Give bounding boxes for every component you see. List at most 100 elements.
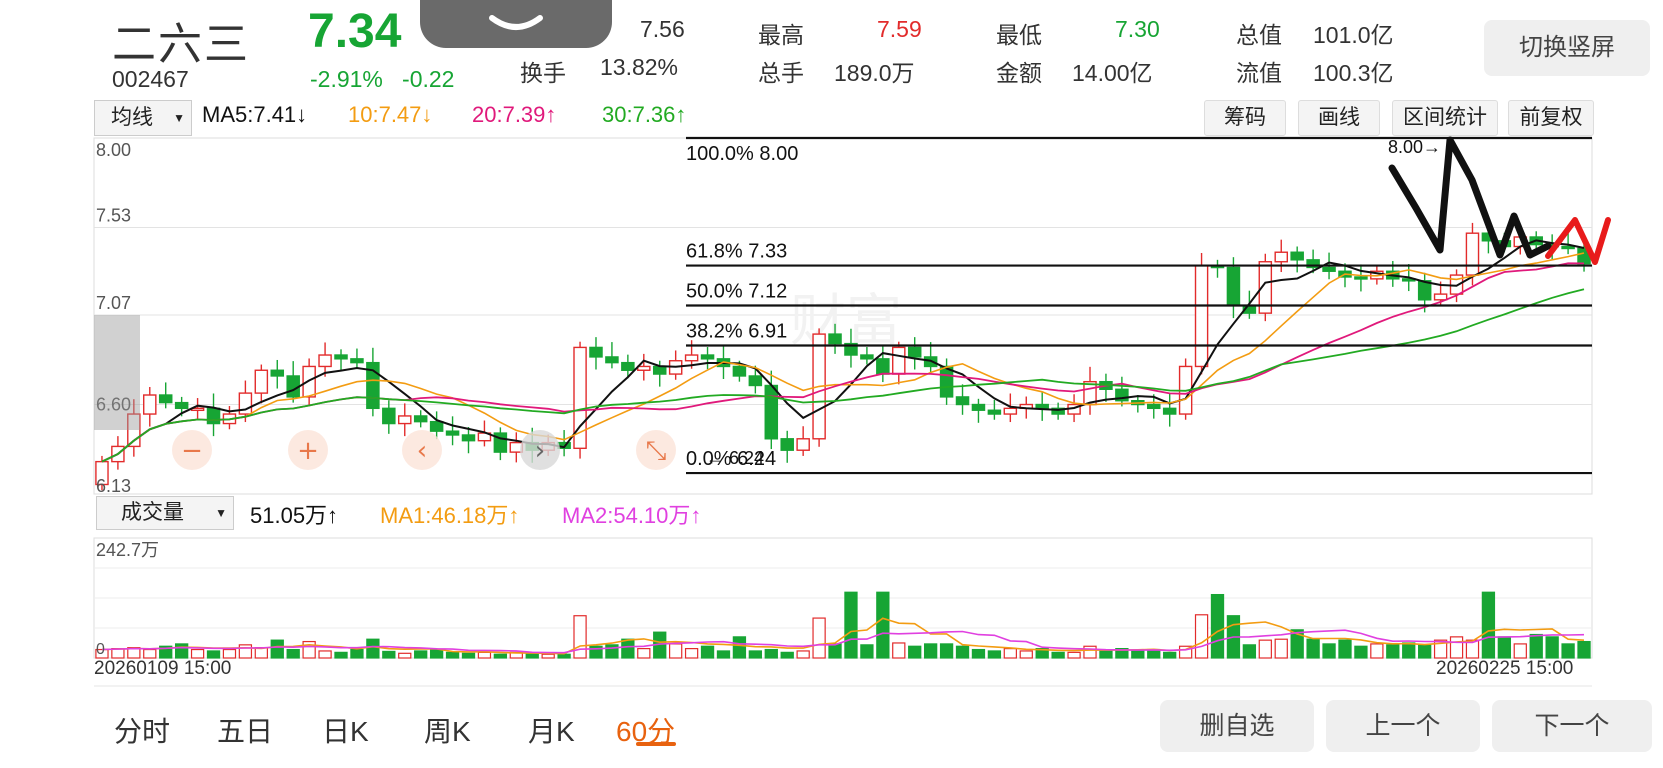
volume-bar bbox=[732, 636, 747, 659]
volume-bar bbox=[1370, 643, 1384, 659]
volume-bar bbox=[334, 651, 348, 659]
volume-bar bbox=[1242, 644, 1257, 659]
volume-bar bbox=[987, 650, 1002, 659]
volume-bar bbox=[525, 652, 539, 659]
candle-body bbox=[987, 409, 1002, 415]
volume-bar bbox=[382, 650, 396, 659]
volume-bar bbox=[637, 648, 651, 659]
volume-bar bbox=[398, 652, 412, 659]
candle-body bbox=[652, 365, 667, 375]
candle-body bbox=[955, 396, 970, 406]
volume-ma1: MA1:46.18万↑ bbox=[380, 503, 520, 528]
indicator-select[interactable]: 成交量 ▼ bbox=[96, 496, 234, 530]
volume-bar bbox=[1449, 636, 1464, 659]
volume-ma2: MA2:54.10万↑ bbox=[562, 503, 702, 528]
volume-bar bbox=[1083, 645, 1097, 659]
candle-body bbox=[1354, 276, 1368, 280]
volume-bar bbox=[1019, 650, 1033, 659]
left-scroll-overlay bbox=[94, 315, 140, 430]
candlestick-chart[interactable]: 财富 100.0% 8.00 61.8% 7.33 50.0% 7.12 38.2% 6… bbox=[0, 0, 1663, 768]
volume-bar bbox=[1274, 638, 1288, 659]
volume-bar bbox=[892, 642, 906, 659]
candle-body bbox=[684, 354, 699, 362]
volume-bar bbox=[860, 644, 874, 659]
volume-axis-bottom: 0 bbox=[96, 641, 105, 658]
tab-five-day[interactable]: 五日 bbox=[217, 710, 273, 750]
volume-bar bbox=[206, 650, 221, 659]
active-tab-indicator bbox=[636, 742, 676, 746]
volume-current: 51.05万↑ bbox=[250, 503, 339, 528]
volume-bar bbox=[318, 650, 332, 659]
volume-bar bbox=[1067, 651, 1081, 659]
candle-body bbox=[1035, 403, 1049, 410]
candle-body bbox=[1465, 232, 1480, 276]
candle-body bbox=[318, 354, 332, 368]
candle-body bbox=[1162, 407, 1177, 415]
volume-bar bbox=[222, 648, 237, 659]
candle-body bbox=[461, 434, 476, 442]
volume-bar bbox=[908, 645, 922, 659]
volume-bar bbox=[445, 651, 460, 659]
candle-body bbox=[413, 415, 428, 423]
volume-bar bbox=[429, 648, 444, 659]
candle-body bbox=[971, 403, 986, 411]
tab-daily[interactable]: 日K bbox=[322, 710, 369, 750]
candle-body bbox=[382, 407, 396, 425]
candle-body bbox=[589, 346, 603, 358]
candle-body bbox=[143, 394, 157, 415]
date-start: 20260109 15:00 bbox=[94, 658, 232, 679]
indicator-select-label: 成交量 bbox=[121, 501, 184, 524]
volume-bar bbox=[876, 591, 890, 659]
candle-body bbox=[796, 438, 810, 451]
volume-bar bbox=[238, 644, 253, 659]
date-end: 20260225 15:00 bbox=[1436, 658, 1574, 679]
candle-body bbox=[748, 375, 763, 387]
volume-bar bbox=[669, 643, 683, 659]
volume-bar bbox=[541, 653, 555, 659]
volume-bar bbox=[955, 645, 970, 659]
dropdown-caret-icon: ▼ bbox=[215, 506, 227, 520]
candle-body bbox=[860, 354, 874, 360]
tab-monthly[interactable]: 月K bbox=[528, 710, 575, 750]
candle-body bbox=[1226, 266, 1241, 307]
price-axis-label: 6.13 bbox=[96, 476, 131, 496]
candle-body bbox=[1274, 251, 1289, 263]
volume-bar bbox=[143, 648, 157, 659]
volume-bar bbox=[174, 643, 189, 659]
volume-bar bbox=[780, 651, 794, 659]
candle-body bbox=[1433, 293, 1448, 301]
volume-bar bbox=[1003, 648, 1017, 659]
price-axis-label: 7.07 bbox=[96, 293, 131, 313]
tab-intraday[interactable]: 分时 bbox=[114, 710, 170, 750]
candle-body bbox=[206, 407, 221, 425]
remove-watchlist-button[interactable]: 删自选 bbox=[1160, 700, 1314, 752]
volume-axis-top: 242.7万 bbox=[96, 540, 159, 560]
volume-bar bbox=[700, 645, 715, 659]
candle-body bbox=[621, 361, 635, 371]
volume-bar bbox=[1131, 650, 1145, 659]
volume-bar bbox=[493, 653, 508, 659]
candle-body bbox=[1290, 251, 1304, 261]
volume-bar bbox=[605, 644, 619, 659]
volume-bar bbox=[939, 643, 954, 659]
candle-body bbox=[764, 384, 779, 440]
candle-body bbox=[1146, 403, 1161, 410]
volume-bar bbox=[1354, 645, 1368, 659]
volume-bar bbox=[366, 638, 380, 659]
tab-weekly[interactable]: 周K bbox=[424, 710, 471, 750]
candle-body bbox=[892, 346, 906, 375]
next-stock-button[interactable]: 下一个 bbox=[1492, 700, 1652, 752]
volume-bar bbox=[1194, 614, 1209, 659]
volume-bar bbox=[1545, 636, 1559, 659]
volume-bar bbox=[684, 648, 699, 659]
volume-bar bbox=[1561, 643, 1575, 659]
previous-stock-button[interactable]: 上一个 bbox=[1326, 700, 1480, 752]
volume-bar bbox=[828, 643, 842, 659]
candle-body bbox=[174, 401, 189, 410]
volume-bar bbox=[1338, 639, 1352, 659]
min-annotation: ← 6.24 bbox=[706, 448, 764, 468]
volume-bar bbox=[1513, 643, 1527, 659]
volume-bar bbox=[1386, 644, 1400, 659]
watermark-logo: 财富 bbox=[790, 289, 902, 352]
volume-bar bbox=[1099, 650, 1113, 659]
